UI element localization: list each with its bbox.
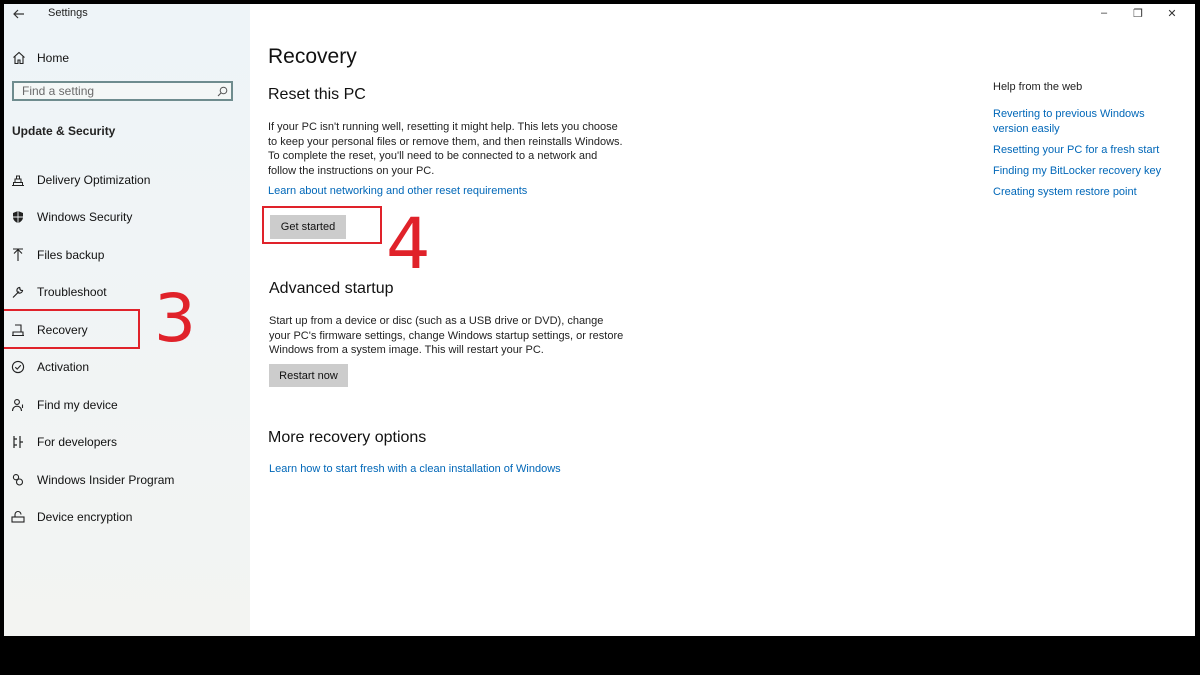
wrench-icon xyxy=(10,284,26,300)
more-recovery-heading: More recovery options xyxy=(268,429,427,446)
encryption-icon xyxy=(10,509,26,525)
annotation-step-4: 4 xyxy=(386,203,431,285)
sidebar-item-label: Find my device xyxy=(37,398,118,412)
annotation-box-recovery xyxy=(4,309,140,349)
help-link-reverting[interactable]: Reverting to previous Windows version ea… xyxy=(993,107,1163,137)
sidebar-item-windows-insider-program[interactable]: Windows Insider Program xyxy=(4,467,250,493)
advanced-startup-heading: Advanced startup xyxy=(269,280,394,297)
search-box xyxy=(12,81,233,101)
insider-icon xyxy=(10,472,26,488)
annotation-step-3: 3 xyxy=(154,280,196,357)
sidebar-item-device-encryption[interactable]: Device encryption xyxy=(4,504,250,530)
sidebar-item-label: Files backup xyxy=(37,248,105,262)
annotation-box-get-started xyxy=(262,206,382,244)
sidebar-item-label: Troubleshoot xyxy=(37,285,107,299)
sidebar-item-delivery-optimization[interactable]: Delivery Optimization xyxy=(4,167,250,193)
window-controls: – ❐ ✕ xyxy=(1087,4,1189,22)
sidebar-item-activation[interactable]: Activation xyxy=(4,354,250,380)
reset-heading: Reset this PC xyxy=(268,86,366,103)
delivery-icon xyxy=(10,172,26,188)
advanced-startup-description: Start up from a device or disc (such as … xyxy=(269,315,624,356)
section-title: Update & Security xyxy=(12,124,116,138)
sidebar-item-troubleshoot[interactable]: Troubleshoot xyxy=(4,279,250,305)
shield-icon xyxy=(10,209,26,225)
app-title: Settings xyxy=(48,7,88,19)
sidebar-item-for-developers[interactable]: For developers xyxy=(4,429,250,455)
help-link-bitlocker[interactable]: Finding my BitLocker recovery key xyxy=(993,164,1163,179)
backup-arrow-icon xyxy=(10,247,26,263)
sidebar-item-home[interactable]: Home xyxy=(10,48,240,68)
sidebar-item-label: Windows Security xyxy=(37,210,133,224)
settings-window: Settings Home Update & Security Delivery… xyxy=(4,4,1195,636)
home-icon xyxy=(10,49,28,67)
restart-now-button[interactable]: Restart now xyxy=(269,364,348,387)
reset-description: If your PC isn't running well, resetting… xyxy=(268,121,623,177)
search-icon[interactable] xyxy=(213,86,231,97)
maximize-button[interactable]: ❐ xyxy=(1121,4,1155,22)
help-link-restore-point[interactable]: Creating system restore point xyxy=(993,185,1163,200)
help-link-resetting[interactable]: Resetting your PC for a fresh start xyxy=(993,143,1163,158)
sidebar-item-label: For developers xyxy=(37,435,118,449)
back-arrow-icon[interactable] xyxy=(10,5,28,23)
close-button[interactable]: ✕ xyxy=(1155,4,1189,22)
sidebar-item-label: Activation xyxy=(37,360,90,374)
sidebar-item-label: Delivery Optimization xyxy=(37,173,151,187)
developer-icon xyxy=(10,434,26,450)
reset-requirements-link[interactable]: Learn about networking and other reset r… xyxy=(268,185,527,197)
page-title: Recovery xyxy=(268,45,357,68)
search-input[interactable] xyxy=(14,82,213,100)
sidebar-item-find-my-device[interactable]: Find my device xyxy=(4,392,250,418)
sidebar-item-files-backup[interactable]: Files backup xyxy=(4,242,250,268)
check-circle-icon xyxy=(10,359,26,375)
sidebar-item-windows-security[interactable]: Windows Security xyxy=(4,204,250,230)
home-label: Home xyxy=(37,51,70,65)
sidebar-item-label: Device encryption xyxy=(37,510,133,524)
minimize-button[interactable]: – xyxy=(1087,4,1121,22)
person-location-icon xyxy=(10,397,26,413)
help-title: Help from the web xyxy=(993,81,1083,93)
clean-install-link[interactable]: Learn how to start fresh with a clean in… xyxy=(269,463,561,475)
sidebar-item-label: Windows Insider Program xyxy=(37,473,175,487)
